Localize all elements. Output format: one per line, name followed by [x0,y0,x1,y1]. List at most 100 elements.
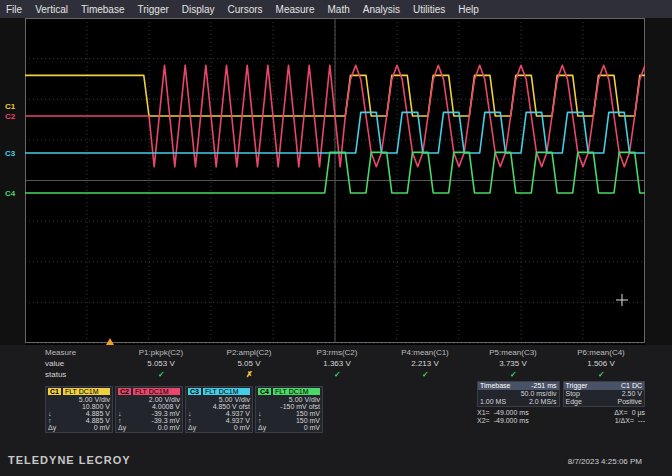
reading-value: -39.3 mV [152,417,180,424]
oscilloscope-screen: File Vertical Timebase Trigger Display Cursor… [0,0,672,476]
cursor-line: X2=-49.000 ms1/ΔX=--- [477,417,645,425]
menu-item[interactable]: Analysis [363,4,400,15]
channel-header: C3FLT DC1M [188,388,250,395]
reading-label: ↓ [118,410,122,417]
reading-label: ↑ [258,417,262,424]
cursor-label: X2= [477,417,490,425]
channel-gutter: C1C2 C3 C4 [0,18,25,345]
right-gutter [645,18,672,345]
timebase-title: Timebase [480,382,510,390]
param-value: 3.735 V [469,359,557,370]
cursor-readout: X1= -49.000 ms ΔX= 0 µsX2=-49.000 ms1/ΔX=--… [477,409,645,425]
menu-item[interactable]: Measure [276,4,315,15]
reading-value: -39.3 mV [152,410,180,417]
trigger-header: TriggerC1 DC [564,382,645,390]
vertical-scale: 5.00 V/div [188,396,250,403]
reading-label: ↓ [258,410,262,417]
reading-label: ↑ [48,417,52,424]
cursor-value: -49.000 ms [494,409,529,417]
cursor-delta-value: 0 µs [632,409,645,417]
crosshair-icon[interactable] [616,294,628,306]
channel-marker[interactable]: C1 [5,102,15,111]
param-status: ✗ [205,370,293,381]
menu-item[interactable]: Trigger [137,4,168,15]
param-name[interactable]: P2:ampl(C2) [205,348,293,359]
status-icon: ✓ [598,370,605,379]
channel-descriptor[interactable]: C2FLT DC1M2.00 V/div4.0008 V↓ -39.3 mV ↑ -3… [115,386,183,433]
menu-item[interactable]: Utilities [413,4,445,15]
menu-item[interactable]: Timebase [81,4,125,15]
display-area: C1C2 C3 C4 [0,18,672,345]
coupling-tag: FLT DC1M [63,388,110,395]
channel-tag: C3 [188,388,201,395]
cursor-reading: ↓4.885 V [48,410,110,417]
trace [25,152,645,193]
menu-item[interactable]: File [6,4,22,15]
param-status: ✓ [557,370,645,381]
trace [25,112,645,153]
param-status: ✓ [293,370,381,381]
reading-label: ↑ [118,417,122,424]
channel-marker[interactable]: C4 [5,189,15,198]
status-icon: ✓ [510,370,517,379]
vertical-scale: 2.00 V/div [118,396,180,403]
menu-item[interactable]: Math [328,4,350,15]
cursor-delta-label: ΔX= [614,409,627,417]
value-label: value [45,359,117,370]
reading-label: Δy [48,424,56,431]
param-name[interactable]: P3:rms(C2) [293,348,381,359]
reading-value: 0 mV [234,424,250,431]
trace-line [25,65,645,167]
param-name[interactable]: P4:mean(C1) [381,348,469,359]
channel-marker[interactable]: C3 [5,149,15,158]
reading-label: Δy [258,424,266,431]
timebase-value: -251 ms [531,382,556,390]
channel-marker[interactable]: C2 [5,112,15,121]
menu-item[interactable]: Vertical [35,4,68,15]
param-name[interactable]: P6:mean(C4) [557,348,645,359]
param-value: 5.05 V [205,359,293,370]
status-icon: ✓ [158,370,165,379]
vertical-scale: 5.00 V/div [48,396,110,403]
menu-item[interactable]: Display [182,4,215,15]
cursor-label: X1= [477,409,490,417]
trigger-field: Edge [566,398,582,406]
reading-value: 150 mV [296,417,320,424]
param-value: 1.363 V [293,359,381,370]
status-icon: ✓ [334,370,341,379]
cursor-reading: ↓4.937 V [188,410,250,417]
status-icon: ✗ [246,370,253,379]
cursor-reading: ↑4.885 V [48,417,110,424]
param-status: ✓ [469,370,557,381]
trigger-marker-icon[interactable] [106,338,114,345]
channel-tag: C2 [118,388,131,395]
cursor-reading: Δy 0 mV [48,424,110,431]
menu-item[interactable]: Help [458,4,479,15]
vertical-offset: 4.0008 V [118,403,180,410]
param-status: ✓ [381,370,469,381]
trigger-descriptor[interactable]: TriggerC1 DCStop2.50 VEdgePositive [563,381,646,407]
trigger-line: Stop2.50 V [564,390,645,398]
reading-label: ↓ [48,410,52,417]
channel-descriptor[interactable]: C4FLT DC1M5.00 V/div-150 mV ofst↓150 mV↑… [255,386,323,433]
reading-value: 150 mV [296,410,320,417]
reading-value: 4.937 V [226,410,250,417]
coupling-tag: FLT DC1M [133,388,180,395]
timebase-header: Timebase -251 ms [478,382,559,390]
cursor-line: X1= -49.000 ms ΔX= 0 µs [477,409,645,417]
param-name[interactable]: P1:pkpk(C2) [117,348,205,359]
channel-descriptor[interactable]: C1FLT DC1M5.00 V/div10.800 V↓4.885 V↑4.8… [45,386,113,433]
reading-value: 0 mV [304,424,320,431]
channel-header: C1FLT DC1M [48,388,110,395]
timebase-descriptor[interactable]: Timebase-251 ms50.0 ms/div1.00 MS2.0 MS/… [477,381,560,407]
reading-value: 0 mV [94,424,110,431]
menu-item[interactable]: Cursors [228,4,263,15]
status-label: status [45,370,117,381]
cursor-reading: ↑ 150 mV [258,417,320,424]
param-name[interactable]: P5:mean(C3) [469,348,557,359]
channel-descriptor[interactable]: C3FLT DC1M5.00 V/div4.850 V ofst↓4.937 V… [185,386,253,433]
trace-line [25,112,645,153]
coupling-tag: FLT DC1M [203,388,250,395]
trace [25,65,645,167]
trigger-field: 2.50 V [622,390,642,398]
